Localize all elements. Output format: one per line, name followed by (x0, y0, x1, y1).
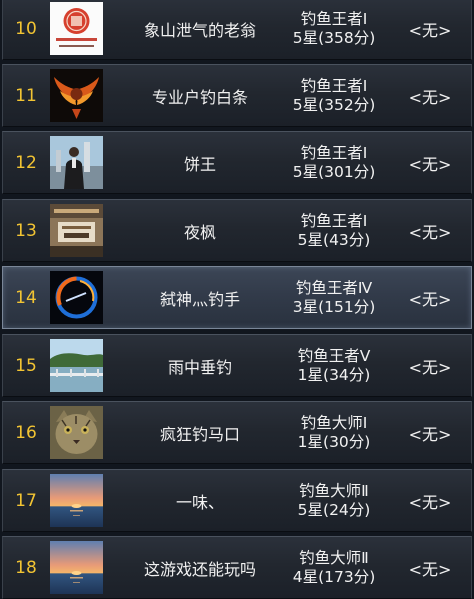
level-title: 钓鱼王者Ⅰ (300, 9, 368, 28)
leaderboard-row[interactable]: 11 专业户钓白条 钓鱼王者Ⅰ 5星(352分) <无> (2, 64, 472, 127)
rank-level: 钓鱼王者Ⅳ 3星(151分) (279, 267, 389, 328)
man-in-suit-photo-icon[interactable] (50, 136, 103, 189)
level-stars: 3星(151分) (292, 297, 376, 316)
rank-level: 钓鱼大师Ⅰ 1星(30分) (279, 402, 389, 463)
player-name: 专业户钓白条 (151, 87, 248, 107)
rank-number: 15 (15, 355, 37, 376)
level-title: 钓鱼王者Ⅳ (295, 278, 373, 297)
level-stars: 5星(24分) (297, 500, 371, 519)
flaming-wings-icon[interactable] (50, 69, 103, 122)
reward-value: <无> (408, 154, 452, 174)
player-name: 弑神灬钓手 (159, 289, 240, 309)
rank-level: 钓鱼王者Ⅰ 5星(352分) (279, 65, 389, 126)
rank-level: 钓鱼大师Ⅱ 5星(24分) (279, 470, 389, 531)
reward-value: <无> (408, 492, 452, 512)
reward-value: <无> (408, 559, 452, 579)
reward-value: <无> (408, 357, 452, 377)
level-stars: 1星(30分) (297, 432, 371, 451)
player-name: 雨中垂钓 (167, 357, 232, 377)
rank-level: 钓鱼王者Ⅰ 5星(43分) (279, 200, 389, 261)
sunset-sea-icon[interactable] (50, 541, 103, 594)
rank-number: 18 (15, 557, 37, 578)
level-stars: 5星(301分) (292, 162, 376, 181)
leaderboard-row[interactable]: 12 饼王 钓鱼王者Ⅰ 5星(301分) <无> (2, 131, 472, 194)
sunset-sea-icon[interactable] (50, 474, 103, 527)
leaderboard-row[interactable]: 10 象山泄气的老翁 钓鱼王者Ⅰ 5星(358分) <无> (2, 0, 472, 60)
player-name: 这游戏还能玩吗 (143, 559, 256, 579)
level-title: 钓鱼王者Ⅰ (300, 211, 368, 230)
level-stars: 5星(43分) (297, 230, 371, 249)
reward-value: <无> (408, 87, 452, 107)
rank-level: 钓鱼王者Ⅰ 5星(301分) (279, 132, 389, 193)
level-stars: 5星(352分) (292, 95, 376, 114)
level-title: 钓鱼大师Ⅱ (299, 481, 369, 500)
rank-number: 17 (15, 490, 37, 511)
leaderboard-row[interactable]: 15 雨中垂钓 钓鱼王者Ⅴ 1星(34分) <无> (2, 334, 472, 397)
level-title: 钓鱼王者Ⅰ (300, 76, 368, 95)
leaderboard-row[interactable]: 13 夜枫 钓鱼王者Ⅰ 5星(43分) <无> (2, 199, 472, 262)
level-stars: 1星(34分) (297, 365, 371, 384)
level-stars: 5星(358分) (292, 28, 376, 47)
rank-number: 11 (15, 85, 37, 106)
leaderboard-list[interactable]: 10 象山泄气的老翁 钓鱼王者Ⅰ 5星(358分) <无> 11 专业户钓白条 … (0, 0, 474, 599)
leaderboard-row[interactable]: 17 一味、 钓鱼大师Ⅱ 5星(24分) <无> (2, 469, 472, 532)
reward-value: <无> (408, 222, 452, 242)
rank-level: 钓鱼王者Ⅴ 1星(34分) (279, 335, 389, 396)
rank-number: 14 (15, 287, 37, 308)
leaderboard-row[interactable]: 18 这游戏还能玩吗 钓鱼大师Ⅱ 4星(173分) <无> (2, 536, 472, 599)
rank-number: 10 (15, 18, 37, 39)
wildcat-photo-icon[interactable] (50, 406, 103, 459)
red-seal-logo-icon[interactable] (50, 2, 103, 55)
level-title: 钓鱼王者Ⅰ (300, 143, 368, 162)
rank-level: 钓鱼大师Ⅱ 4星(173分) (279, 537, 389, 598)
reward-value: <无> (408, 424, 452, 444)
cafe-sign-photo-icon[interactable] (50, 204, 103, 257)
player-name: 一味、 (175, 492, 224, 512)
fire-ring-icon[interactable] (50, 271, 103, 324)
player-name: 象山泄气的老翁 (143, 20, 256, 40)
leaderboard-row-highlighted[interactable]: 14 弑神灬钓手 钓鱼王者Ⅳ 3星(151分) <无> (2, 266, 472, 329)
player-name: 夜枫 (183, 222, 216, 242)
leaderboard-row[interactable]: 16 疯狂钓马口 钓鱼大师Ⅰ 1星(30分) <无> (2, 401, 472, 464)
rank-number: 13 (15, 220, 37, 241)
player-name: 疯狂钓马口 (159, 424, 240, 444)
lake-landscape-icon[interactable] (50, 339, 103, 392)
player-name: 饼王 (183, 154, 216, 174)
rank-number: 12 (15, 152, 37, 173)
rank-number: 16 (15, 422, 37, 443)
level-title: 钓鱼大师Ⅰ (300, 413, 368, 432)
reward-value: <无> (408, 289, 452, 309)
level-title: 钓鱼大师Ⅱ (299, 548, 369, 567)
level-title: 钓鱼王者Ⅴ (297, 346, 371, 365)
reward-value: <无> (408, 20, 452, 40)
rank-level: 钓鱼王者Ⅰ 5星(358分) (279, 0, 389, 59)
level-stars: 4星(173分) (292, 567, 376, 586)
